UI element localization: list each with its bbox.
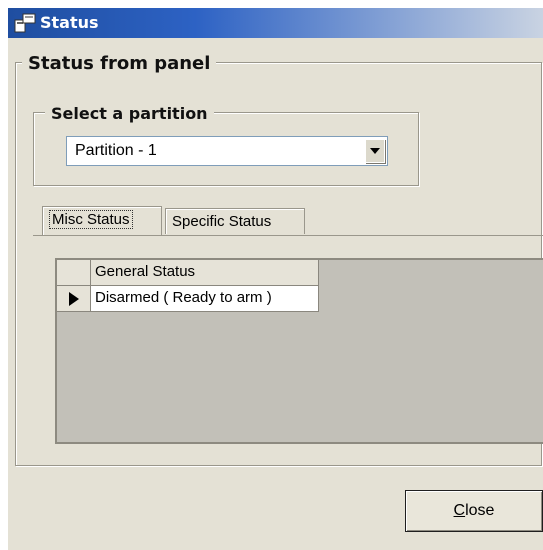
- partition-select-value: Partition - 1: [75, 142, 157, 159]
- chevron-down-icon: [370, 148, 380, 154]
- tab-specific-status[interactable]: Specific Status: [165, 208, 305, 234]
- dropdown-button[interactable]: [365, 139, 385, 163]
- tab-misc-status[interactable]: Misc Status: [42, 206, 162, 236]
- partition-group-label: Select a partition: [45, 104, 214, 123]
- close-button[interactable]: Close: [405, 490, 543, 532]
- tab-misc-status-label: Misc Status: [49, 210, 133, 229]
- current-row-arrow-icon: [69, 292, 79, 306]
- column-header-general-status[interactable]: General Status: [91, 260, 319, 286]
- grid-corner-cell: [57, 260, 91, 286]
- status-app-icon: [14, 13, 36, 33]
- tab-specific-status-label: Specific Status: [172, 213, 272, 230]
- close-button-mnemonic: C: [453, 502, 466, 519]
- window-title: Status: [40, 13, 99, 32]
- status-grid[interactable]: General Status Disarmed ( Ready to arm ): [55, 258, 543, 444]
- status-from-panel-label: Status from panel: [22, 53, 217, 74]
- partition-select[interactable]: Partition - 1: [66, 136, 388, 166]
- title-bar[interactable]: Status: [8, 8, 543, 38]
- close-button-label: lose: [465, 502, 495, 519]
- row-header[interactable]: [57, 286, 91, 312]
- tab-divider: [33, 235, 543, 236]
- table-cell-general-status[interactable]: Disarmed ( Ready to arm ): [91, 286, 319, 312]
